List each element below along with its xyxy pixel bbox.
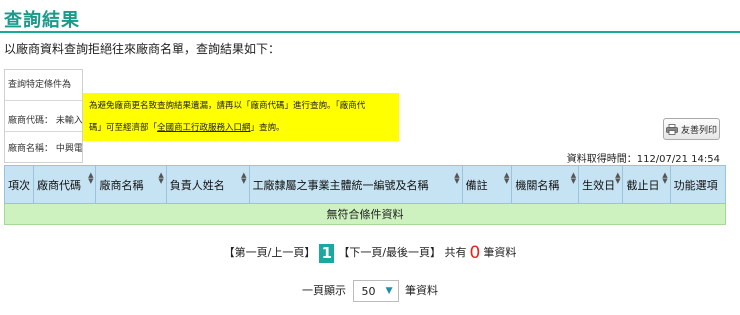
page-size-suffix: 筆資料 bbox=[405, 284, 438, 297]
sort-icon[interactable]: ▲ ▼ bbox=[571, 172, 576, 185]
column-header-remarks[interactable]: 備註 ▲ ▼ bbox=[461, 165, 513, 204]
table-row: 無符合條件資料 bbox=[4, 203, 726, 225]
condition-vendor-name: 廠商名稱： 中興電 bbox=[8, 144, 82, 154]
column-header-agency-name[interactable]: 機關名稱 ▲ ▼ bbox=[511, 165, 580, 204]
page-size-select[interactable]: 50 ▼ bbox=[352, 280, 399, 302]
column-header-owner-name[interactable]: 負責人姓名 ▲ ▼ bbox=[165, 165, 250, 204]
column-header-actions: 功能選項 bbox=[669, 165, 727, 204]
intro-text: 以廠商資料查詢拒絕往來廠商名單，查詢結果如下： bbox=[4, 42, 281, 56]
sort-icon[interactable]: ▲ ▼ bbox=[158, 172, 163, 185]
sort-icon[interactable]: ▲ ▼ bbox=[454, 172, 459, 185]
column-header-index: 項次 bbox=[4, 165, 34, 204]
page-size-value: 50 bbox=[361, 284, 376, 298]
next-last-page-link[interactable]: 【下一頁/最後一頁】 bbox=[338, 246, 441, 259]
total-suffix: 筆資料 bbox=[483, 246, 517, 259]
page-size-prefix: 一頁顯示 bbox=[302, 284, 346, 297]
print-button[interactable]: 友善列印 bbox=[663, 118, 720, 140]
notice-line-2: 碼」可至經濟部「全國商工行政服務入口網」查詢。 bbox=[89, 117, 393, 139]
condition-vendor-code: 廠商代碼： 未輸入 bbox=[5, 101, 82, 132]
first-prev-page-link[interactable]: 【第一頁/上一頁】 bbox=[224, 246, 316, 259]
page-size-control: 一頁顯示 50 ▼ 筆資料 bbox=[0, 280, 740, 302]
notice-box: 為避免廠商更名致查詢結果遺漏，請再以「廠商代碼」進行查詢。「廠商代 碼」可至經濟… bbox=[83, 93, 399, 141]
conditions-title: 查詢特定條件為 bbox=[5, 70, 82, 101]
printer-icon bbox=[666, 123, 678, 135]
sort-icon[interactable]: ▲ ▼ bbox=[504, 172, 509, 185]
chevron-down-icon: ▼ bbox=[385, 286, 393, 296]
results-table: 項次 廠商代碼 ▲ ▼ 廠商名稱 ▲ ▼ 負責人姓名 ▲ ▼ 工廠隸屬之事業主體統一編號及名… bbox=[4, 165, 727, 225]
pagination: 【第一頁/上一頁】 1 【下一頁/最後一頁】 共有 0 筆資料 bbox=[0, 243, 740, 263]
column-header-business-entity[interactable]: 工廠隸屬之事業主體統一編號及名稱 ▲ ▼ bbox=[248, 165, 463, 204]
sort-icon[interactable]: ▲ ▼ bbox=[241, 172, 246, 185]
sort-icon[interactable]: ▲ ▼ bbox=[615, 172, 620, 185]
notice-line-2-prefix: 碼」可至經濟部「 bbox=[89, 123, 158, 133]
total-count: 0 bbox=[469, 243, 481, 263]
column-header-vendor-code[interactable]: 廠商代碼 ▲ ▼ bbox=[32, 165, 97, 204]
notice-line-2-suffix: 」查詢。 bbox=[250, 123, 285, 133]
notice-line-1: 為避免廠商更名致查詢結果遺漏，請再以「廠商代碼」進行查詢。「廠商代 bbox=[89, 101, 366, 111]
sort-icon[interactable]: ▲ ▼ bbox=[88, 172, 93, 185]
column-header-vendor-name[interactable]: 廠商名稱 ▲ ▼ bbox=[95, 165, 167, 204]
print-label: 友善列印 bbox=[680, 125, 717, 136]
sort-icon[interactable]: ▲ ▼ bbox=[662, 172, 667, 185]
column-header-effective-date[interactable]: 生效日 ▲ ▼ bbox=[578, 165, 624, 204]
total-prefix: 共有 bbox=[444, 246, 467, 259]
title-divider bbox=[0, 31, 740, 33]
table-header-row: 項次 廠商代碼 ▲ ▼ 廠商名稱 ▲ ▼ 負責人姓名 ▲ ▼ 工廠隸屬之事業主體統一編號及名… bbox=[4, 165, 727, 204]
fetch-time: 資料取得時間：112/07/21 14:54 bbox=[566, 154, 720, 165]
current-page-button[interactable]: 1 bbox=[319, 243, 335, 263]
column-header-end-date[interactable]: 截止日 ▲ ▼ bbox=[622, 165, 671, 204]
empty-result-message: 無符合條件資料 bbox=[4, 203, 726, 225]
page-title: 查詢結果 bbox=[4, 10, 80, 31]
business-portal-link[interactable]: 全國商工行政服務入口網 bbox=[157, 123, 251, 133]
conditions-box: 查詢特定條件為 廠商代碼： 未輸入 廠商名稱： 中興電 bbox=[4, 69, 83, 163]
